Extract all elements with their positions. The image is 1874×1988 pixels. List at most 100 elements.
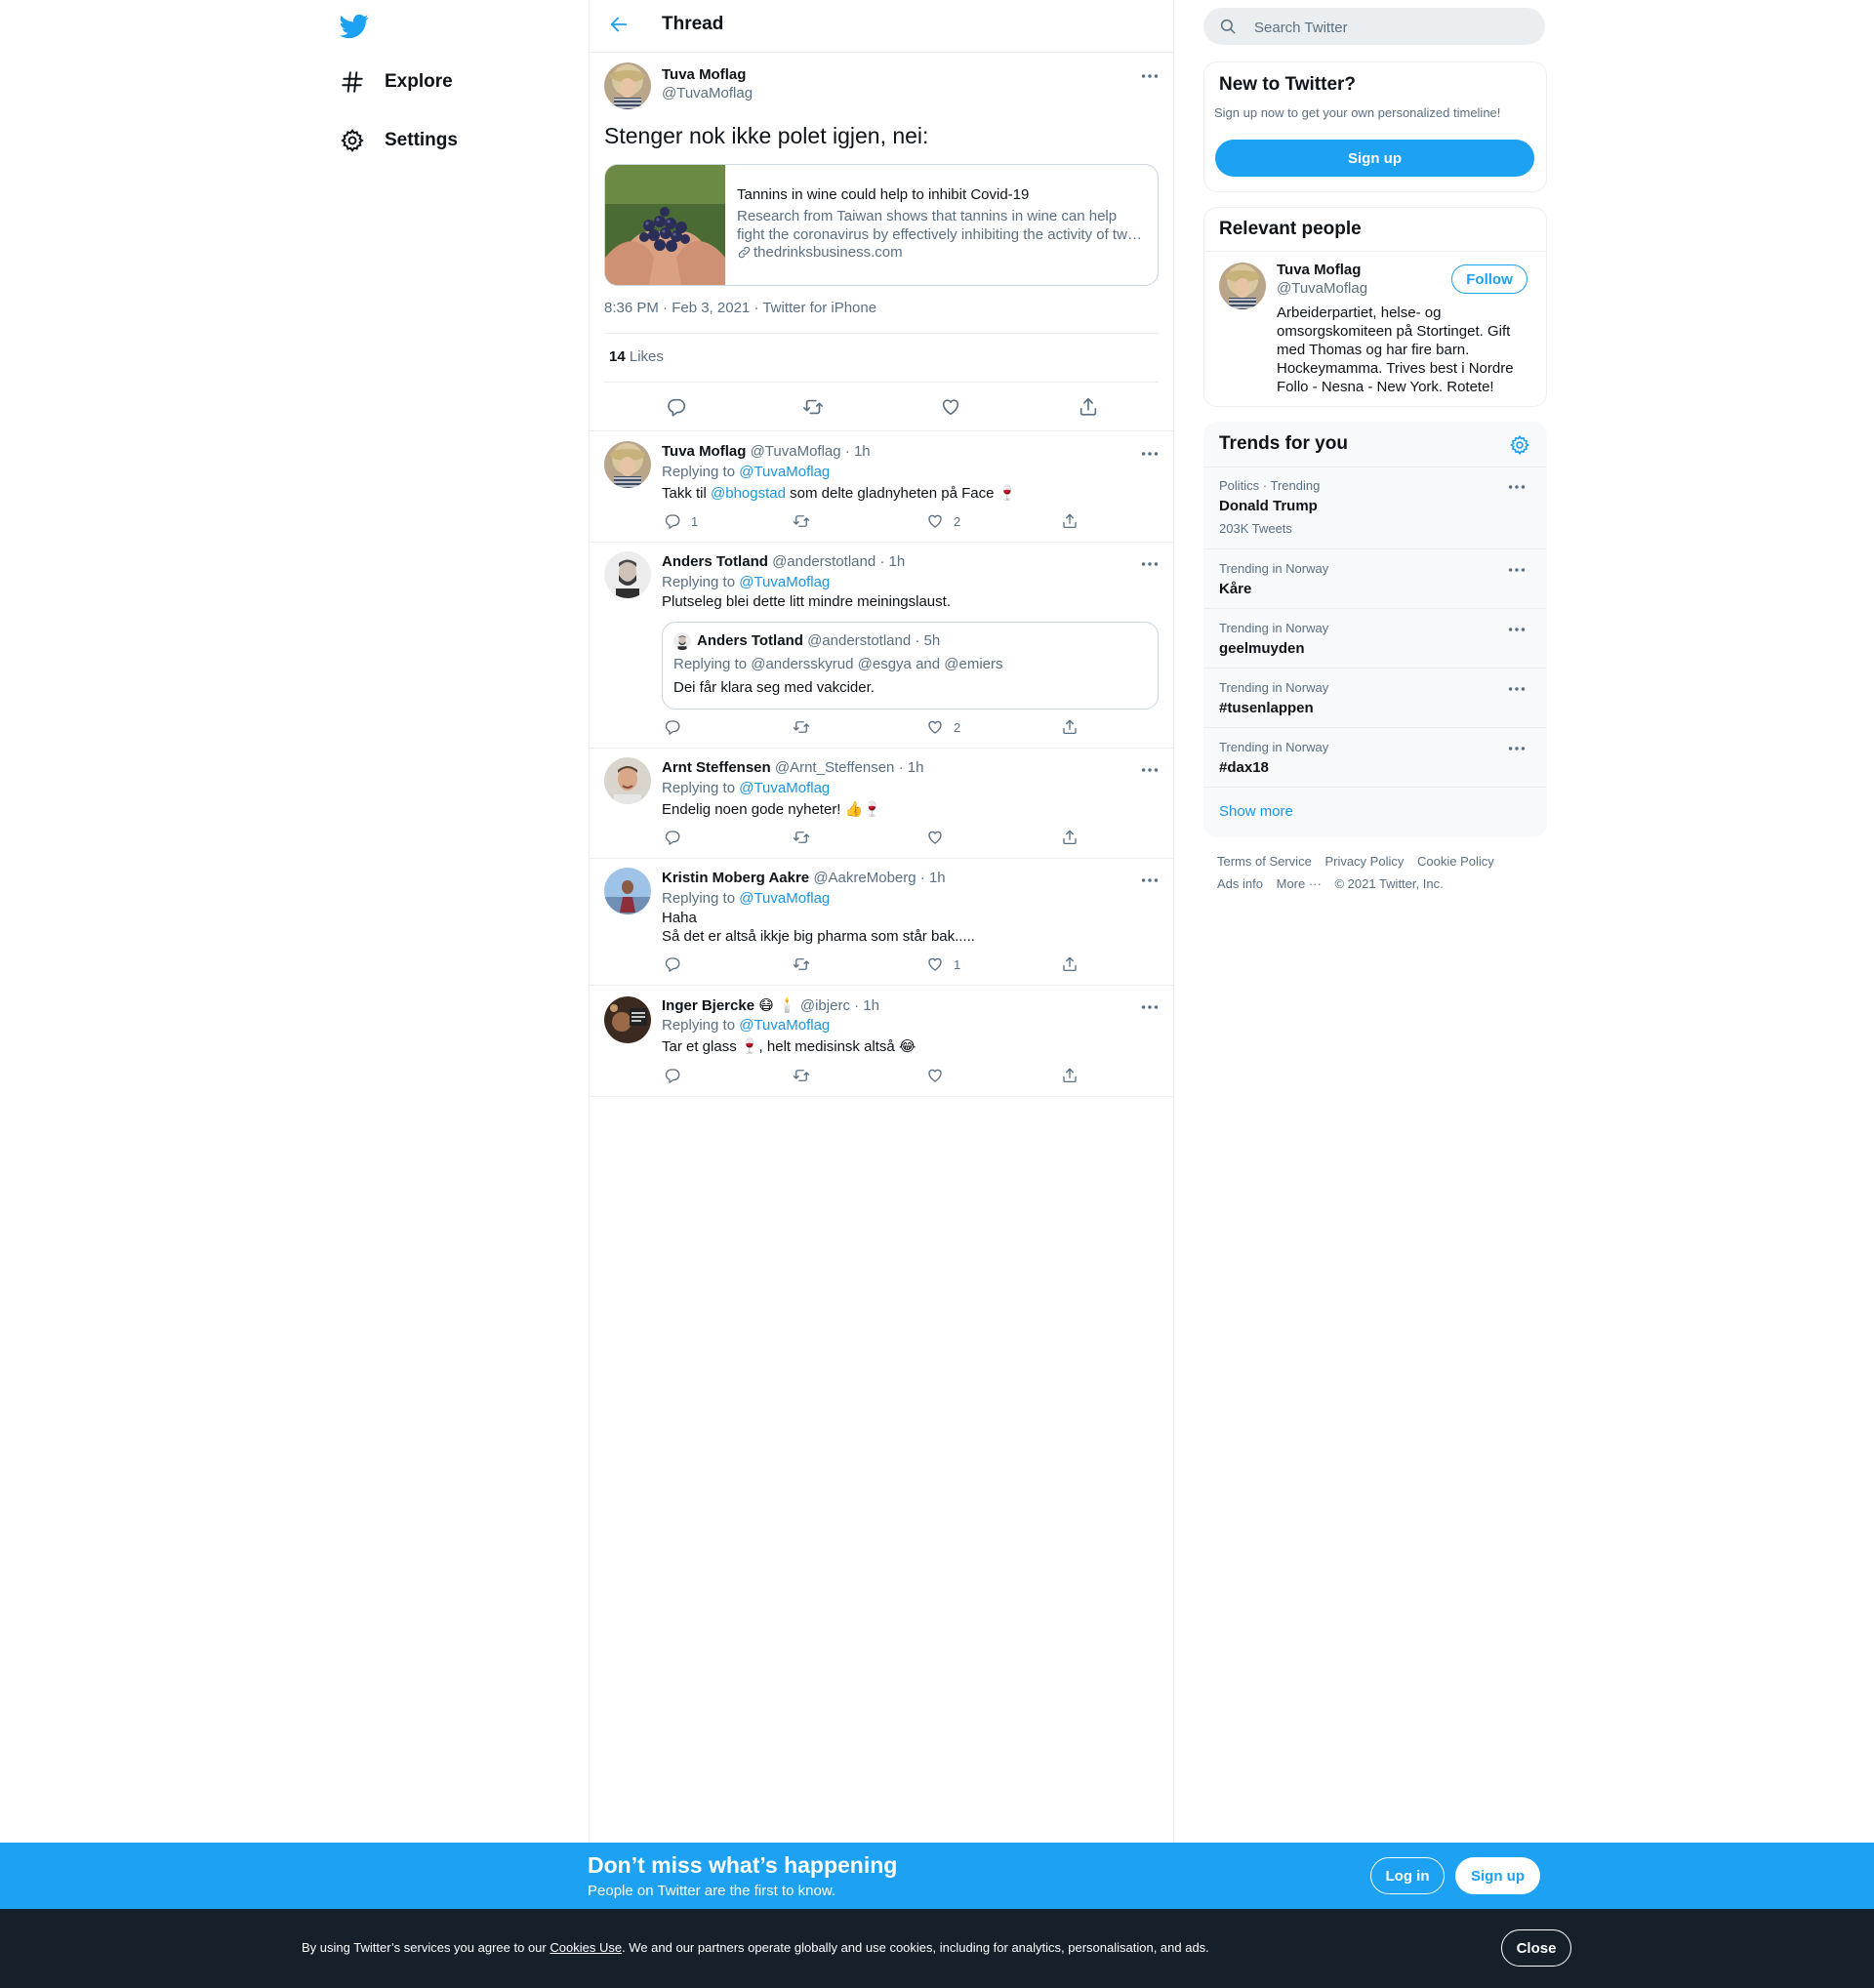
retweet-button[interactable] — [793, 955, 820, 973]
share-button[interactable] — [1061, 718, 1079, 736]
more-options-icon[interactable] — [1139, 870, 1161, 891]
more-options-icon[interactable] — [1139, 65, 1161, 87]
terms-link[interactable]: Terms of Service — [1217, 854, 1312, 869]
show-more-link[interactable]: Show more — [1204, 787, 1546, 836]
search-input[interactable] — [1252, 8, 1529, 47]
replying-to-link[interactable]: @TuvaMoflag — [739, 1017, 830, 1034]
reply-tweet[interactable]: Kristin Moberg Aakre @AakreMoberg · 1h R… — [590, 858, 1173, 986]
trend-item[interactable]: Trending in Norway geelmuyden — [1204, 608, 1546, 669]
login-button[interactable]: Log in — [1370, 1857, 1445, 1894]
reply-button[interactable] — [664, 718, 691, 736]
replying-to-link[interactable]: @TuvaMoflag — [739, 780, 830, 796]
like-button[interactable] — [940, 396, 961, 418]
reply-author-name[interactable]: Tuva Moflag — [662, 443, 746, 460]
avatar[interactable] — [604, 441, 651, 488]
person-handle[interactable]: @TuvaMoflag — [1277, 280, 1367, 297]
author-name[interactable]: Tuva Moflag — [662, 66, 746, 83]
reply-button[interactable] — [664, 955, 691, 973]
like-button[interactable]: 2 — [926, 512, 960, 530]
reply-author-handle[interactable]: @anderstotland — [772, 553, 876, 570]
more-options-icon[interactable] — [1506, 619, 1528, 640]
share-button[interactable] — [1061, 829, 1079, 846]
reply-author-handle[interactable]: @TuvaMoflag — [751, 443, 841, 460]
reply-time[interactable]: 1h — [889, 553, 906, 570]
trends-settings-gear-icon[interactable] — [1509, 434, 1530, 456]
reply-tweet[interactable]: Tuva Moflag @TuvaMoflag · 1h Replying to… — [590, 431, 1173, 543]
reply-time[interactable]: 1h — [908, 759, 924, 776]
mention-link[interactable]: @bhogstad — [711, 485, 786, 502]
more-options-icon[interactable] — [1506, 559, 1528, 581]
avatar[interactable] — [604, 62, 651, 109]
follow-button[interactable]: Follow — [1451, 264, 1528, 294]
retweet-button[interactable] — [793, 718, 820, 736]
share-button[interactable] — [1078, 396, 1099, 418]
author-handle[interactable]: @TuvaMoflag — [662, 85, 753, 101]
privacy-link[interactable]: Privacy Policy — [1324, 854, 1404, 869]
like-button[interactable] — [926, 1067, 954, 1084]
more-options-icon[interactable] — [1139, 759, 1161, 781]
share-button[interactable] — [1061, 1067, 1079, 1084]
quoted-tweet[interactable]: Anders Totland @anderstotland · 5h Reply… — [662, 622, 1159, 710]
like-button[interactable] — [926, 829, 954, 846]
avatar[interactable] — [604, 757, 651, 804]
trend-item[interactable]: Trending in Norway #tusenlappen — [1204, 668, 1546, 728]
retweet-button[interactable] — [793, 512, 820, 530]
reply-author-name[interactable]: Inger Bjercke 😷 🕯️ — [662, 997, 796, 1014]
more-options-icon[interactable] — [1139, 443, 1161, 465]
more-options-icon[interactable] — [1139, 996, 1161, 1018]
reply-author-name[interactable]: Anders Totland — [662, 553, 768, 570]
share-button[interactable] — [1061, 955, 1079, 973]
share-button[interactable] — [1061, 512, 1079, 530]
reply-button[interactable] — [664, 829, 691, 846]
retweet-button[interactable] — [793, 829, 820, 846]
more-options-icon[interactable] — [1506, 476, 1528, 498]
reply-button[interactable] — [664, 1067, 691, 1084]
cookie-policy-link[interactable]: Cookie Policy — [1417, 854, 1494, 869]
avatar[interactable] — [1219, 263, 1266, 309]
reply-author-name[interactable]: Arnt Steffensen — [662, 759, 771, 776]
avatar[interactable] — [604, 868, 651, 914]
replying-to-link[interactable]: @TuvaMoflag — [739, 574, 830, 590]
signup-button[interactable]: Sign up — [1455, 1857, 1540, 1894]
reply-tweet[interactable]: Arnt Steffensen @Arnt_Steffensen · 1h Re… — [590, 748, 1173, 859]
reply-button[interactable] — [666, 396, 687, 418]
likes-summary[interactable]: 14 Likes — [609, 348, 664, 365]
reply-time[interactable]: 1h — [929, 870, 946, 886]
nav-settings[interactable]: Settings — [340, 119, 458, 162]
close-cookie-button[interactable]: Close — [1501, 1929, 1571, 1967]
sidebar-signup-button[interactable]: Sign up — [1215, 140, 1534, 177]
retweet-button[interactable] — [793, 1067, 820, 1084]
reply-tweet[interactable]: Inger Bjercke 😷 🕯️ @ibjerc · 1h Replying… — [590, 985, 1173, 1097]
more-options-icon[interactable] — [1139, 553, 1161, 575]
back-arrow-icon[interactable] — [608, 14, 633, 39]
replying-to-link[interactable]: @TuvaMoflag — [739, 464, 830, 480]
reply-author-handle[interactable]: @AakreMoberg — [813, 870, 916, 886]
retweet-button[interactable] — [802, 396, 824, 418]
reply-button[interactable]: 1 — [664, 512, 698, 530]
reply-author-handle[interactable]: @Arnt_Steffensen — [775, 759, 895, 776]
trend-item[interactable]: Trending in Norway Kåre — [1204, 548, 1546, 609]
cookies-use-link[interactable]: Cookies Use — [550, 1940, 622, 1955]
more-options-icon[interactable] — [1506, 738, 1528, 759]
link-card[interactable]: Tannins in wine could help to inhibit Co… — [604, 164, 1159, 286]
reply-author-handle[interactable]: @ibjerc — [800, 997, 850, 1014]
more-options-icon[interactable] — [1506, 678, 1528, 700]
twitter-logo-icon[interactable] — [340, 12, 373, 41]
tweet-timestamp[interactable]: 8:36 PM · Feb 3, 2021 — [604, 300, 750, 316]
person-name[interactable]: Tuva Moflag — [1277, 262, 1361, 278]
trend-item[interactable]: Trending in Norway #dax18 — [1204, 727, 1546, 788]
nav-explore[interactable]: Explore — [340, 61, 453, 103]
trend-item[interactable]: Politics · Trending Donald Trump 203K Tw… — [1204, 467, 1546, 549]
reply-tweet[interactable]: Anders Totland @anderstotland · 1h Reply… — [590, 542, 1173, 749]
like-button[interactable]: 1 — [926, 955, 960, 973]
avatar[interactable] — [604, 996, 651, 1043]
reply-time[interactable]: 1h — [863, 997, 879, 1014]
reply-author-name[interactable]: Kristin Moberg Aakre — [662, 870, 809, 886]
more-link[interactable]: More ··· — [1277, 876, 1322, 891]
reply-time[interactable]: 1h — [854, 443, 871, 460]
replying-to-link[interactable]: @TuvaMoflag — [739, 890, 830, 907]
ads-info-link[interactable]: Ads info — [1217, 876, 1263, 891]
search-bar[interactable] — [1203, 8, 1545, 47]
like-button[interactable]: 2 — [926, 718, 960, 736]
tweet-source[interactable]: Twitter for iPhone — [762, 300, 876, 316]
